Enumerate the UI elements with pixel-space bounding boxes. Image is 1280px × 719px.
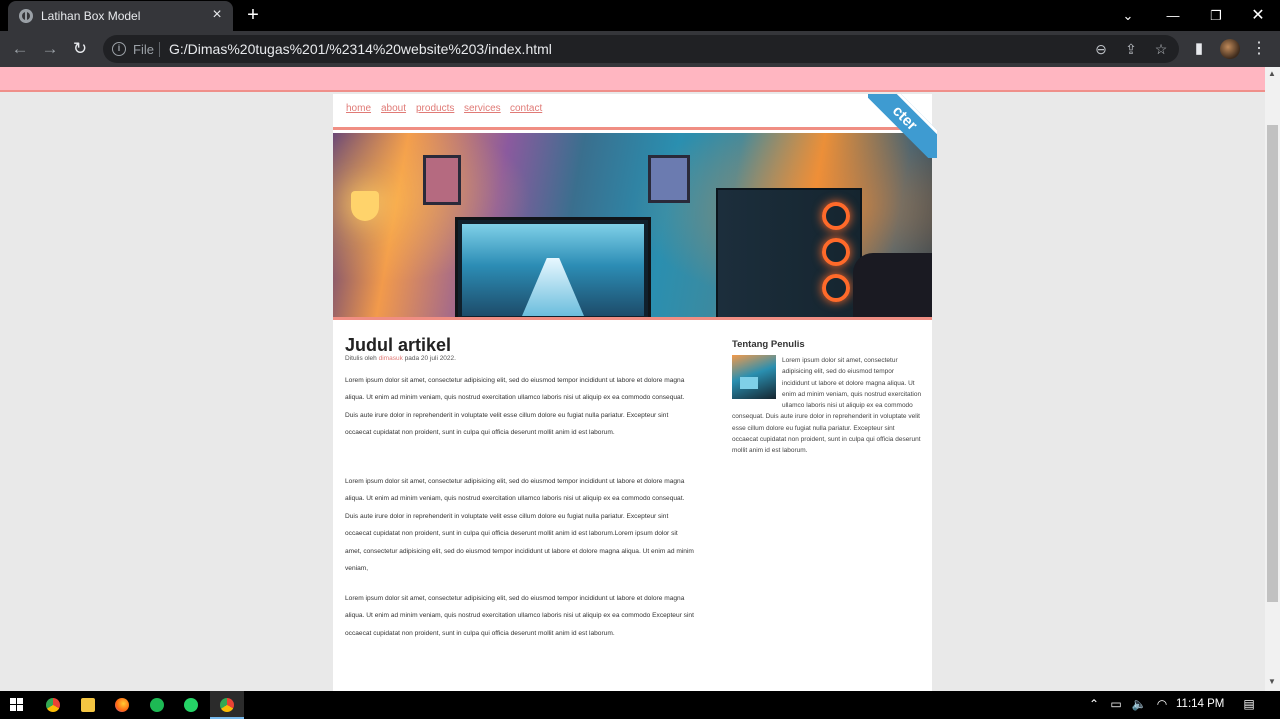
restore-icon[interactable]: ❐ xyxy=(1194,0,1238,31)
minimize-icon[interactable]: — xyxy=(1151,0,1195,31)
tray-chevron-up-icon[interactable]: ⌃ xyxy=(1087,696,1101,712)
omnibox-divider xyxy=(159,42,160,57)
scroll-up-arrow-icon[interactable]: ▲ xyxy=(1268,69,1276,78)
share-icon[interactable]: ⇪ xyxy=(1122,40,1140,58)
scroll-down-arrow-icon[interactable]: ▼ xyxy=(1268,677,1276,686)
battery-icon[interactable]: ▭ xyxy=(1108,696,1124,712)
nav-link-home[interactable]: home xyxy=(346,103,371,114)
menu-kebab-icon[interactable]: ⋮ xyxy=(1248,38,1270,60)
tab-search-chevron-icon[interactable]: ⌄ xyxy=(1106,0,1150,31)
url-text[interactable]: G:/Dimas%20tugas%201/%2314%20website%203… xyxy=(169,41,552,57)
windows-taskbar: ⌃ ▭ 🔈 ◠ 11:14 PM ▤ xyxy=(0,691,1280,719)
profile-avatar[interactable] xyxy=(1220,39,1240,59)
wifi-icon[interactable]: ◠ xyxy=(1154,696,1170,712)
sidebar-title: Tentang Penulis xyxy=(732,339,805,350)
notifications-icon[interactable]: ▤ xyxy=(1240,696,1258,712)
article-paragraph-2: Lorem ipsum dolor sit amet, consectetur … xyxy=(345,478,694,573)
author-link[interactable]: dimasuk xyxy=(379,355,403,362)
taskbar-clock[interactable]: 11:14 PM xyxy=(1176,698,1224,710)
info-icon[interactable]: i xyxy=(112,42,126,56)
nav-link-services[interactable]: services xyxy=(464,103,501,114)
article-paragraph-1: Lorem ipsum dolor sit amet, consectetur … xyxy=(345,377,685,437)
site-nav: home about products services contact xyxy=(333,94,932,130)
page-container: home about products services contact Jud… xyxy=(333,94,932,691)
tab-close-icon[interactable]: × xyxy=(209,7,225,23)
address-bar[interactable]: i File G:/Dimas%20tugas%201/%2314%20webs… xyxy=(103,35,1179,63)
nav-link-products[interactable]: products xyxy=(416,103,454,114)
volume-icon[interactable]: 🔈 xyxy=(1130,696,1148,712)
firefox-icon[interactable] xyxy=(105,691,139,719)
reload-icon[interactable]: ↻ xyxy=(69,38,91,60)
article-byline: Ditulis oleh dimasuk pada 20 juli 2022. xyxy=(345,355,456,362)
windows-start-icon[interactable] xyxy=(10,698,24,712)
header-band xyxy=(0,67,1265,92)
chrome-taskbar-icon[interactable] xyxy=(36,691,70,719)
page-viewport: home about products services contact Jud… xyxy=(0,67,1265,691)
bookmark-star-icon[interactable]: ☆ xyxy=(1152,40,1170,58)
new-tab-plus-icon[interactable]: + xyxy=(243,5,263,25)
browser-title-bar: Latihan Box Model × + ⌄ — ❐ ✕ xyxy=(0,0,1280,31)
globe-icon xyxy=(19,9,33,23)
author-thumbnail xyxy=(732,355,776,399)
window-close-icon[interactable]: ✕ xyxy=(1236,0,1280,31)
zoom-icon[interactable]: ⊖ xyxy=(1092,40,1110,58)
scrollbar-thumb[interactable] xyxy=(1267,125,1278,602)
ribbon-label: cter xyxy=(888,102,921,134)
spotify-icon[interactable] xyxy=(140,691,174,719)
scheme-label: File xyxy=(133,42,154,57)
article-title: Judul artikel xyxy=(345,335,452,355)
nav-link-about[interactable]: about xyxy=(381,103,406,114)
vertical-scrollbar[interactable]: ▲ ▼ xyxy=(1265,67,1280,691)
back-arrow-icon[interactable]: ← xyxy=(9,38,31,60)
tab-title: Latihan Box Model xyxy=(41,9,141,23)
side-panel-icon[interactable]: ▮ xyxy=(1188,38,1210,60)
hero-image xyxy=(333,133,932,320)
whatsapp-icon[interactable] xyxy=(174,691,208,719)
browser-tab[interactable]: Latihan Box Model × xyxy=(8,1,233,31)
forward-arrow-icon[interactable]: → xyxy=(39,38,61,60)
article-paragraph-3: Lorem ipsum dolor sit amet, consectetur … xyxy=(345,595,694,637)
file-explorer-icon[interactable] xyxy=(71,691,105,719)
nav-link-contact[interactable]: contact xyxy=(510,103,542,114)
chrome-active-taskbar-icon[interactable] xyxy=(210,691,244,719)
browser-toolbar: ← → ↻ i File G:/Dimas%20tugas%201/%2314%… xyxy=(0,31,1280,67)
corner-ribbon[interactable]: cter xyxy=(868,94,937,158)
